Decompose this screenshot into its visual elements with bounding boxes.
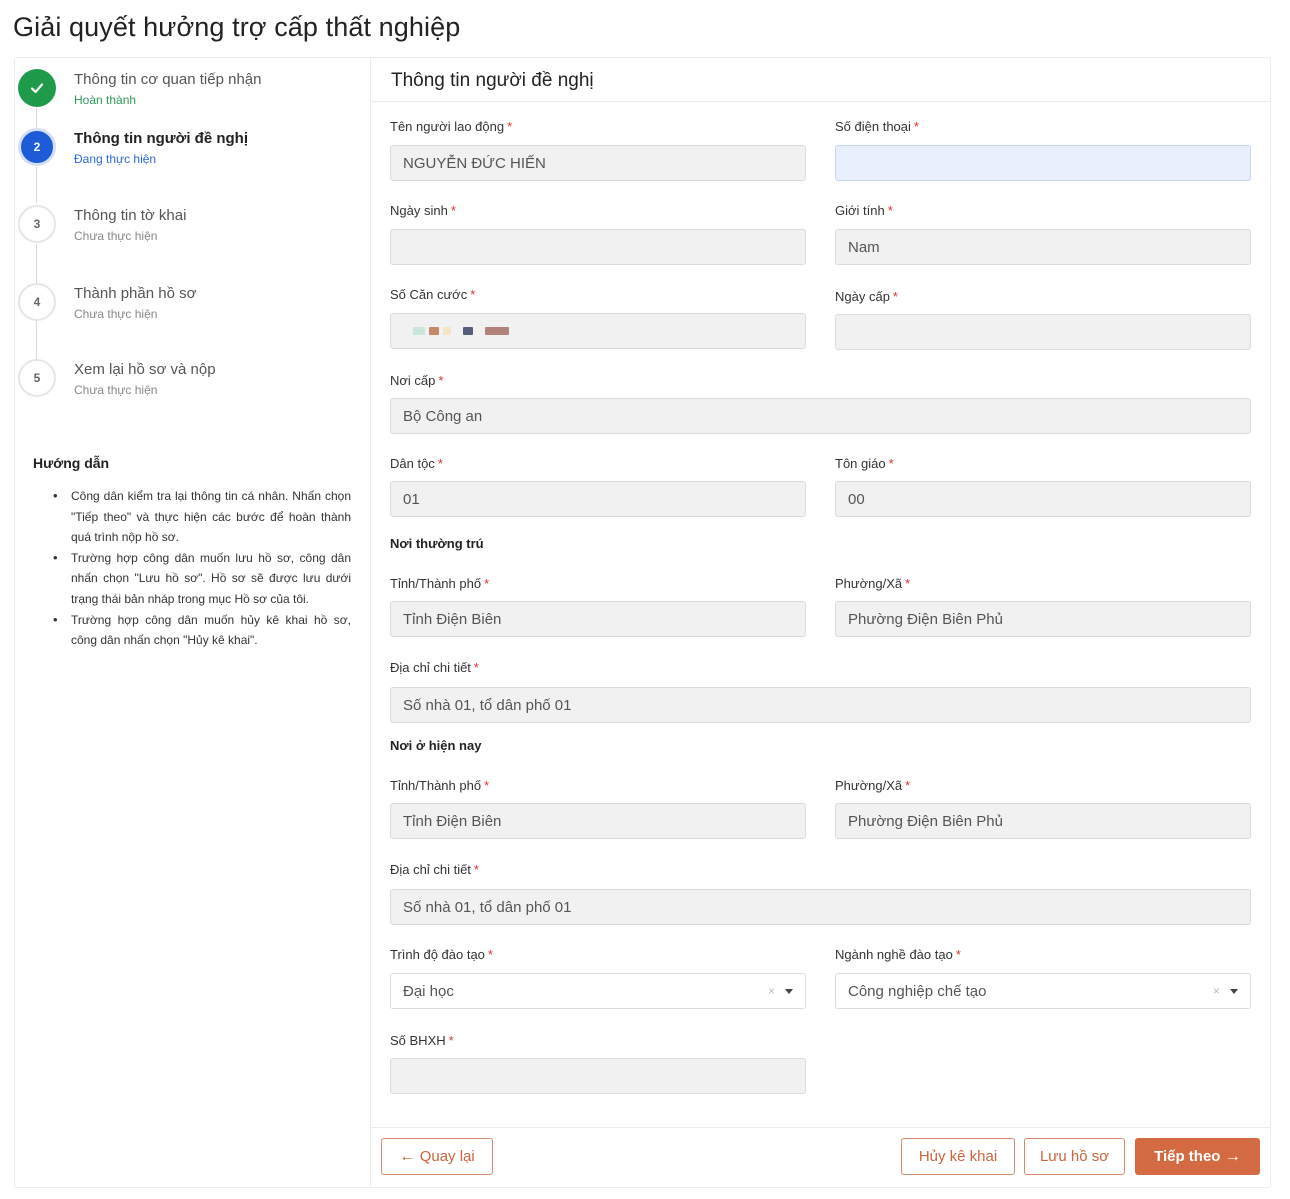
nganh-nghe-select[interactable]: Công nghiệp chế tạo × [835, 973, 1251, 1009]
step-3[interactable]: 3 Thông tin tờ khai Chưa thực hiện [16, 205, 346, 255]
so-dien-thoai-field[interactable] [835, 145, 1251, 181]
step-status: Chưa thực hiện [74, 383, 158, 397]
page-title: Giải quyết hưởng trợ cấp thất nghiệp [13, 12, 461, 42]
label-dia-chi-hien-nay: Địa chỉ chi tiết * [390, 862, 479, 877]
label-nganh-nghe: Ngành nghề đào tạo * [835, 947, 961, 962]
redaction-mark [413, 327, 425, 335]
tinh-hien-nay-field[interactable]: Tỉnh Điện Biên [390, 803, 806, 839]
check-icon [18, 69, 56, 107]
form-footer: ← Quay lại Hủy kê khai Lưu hồ sơ Tiếp th… [370, 1127, 1270, 1186]
label-tinh-hien-nay: Tỉnh/Thành phố * [390, 778, 490, 793]
noi-cap-field[interactable]: Bộ Công an [390, 398, 1251, 434]
section-noi-o-hien-nay: Nơi ở hiện nay [390, 738, 482, 753]
step-4[interactable]: 4 Thành phần hồ sơ Chưa thực hiện [16, 283, 346, 333]
guide-item: Trường hợp công dân muốn lưu hồ sơ, công… [53, 548, 351, 610]
step-number: 2 [18, 128, 56, 166]
chevron-down-icon[interactable] [1230, 988, 1238, 994]
label-noi-cap: Nơi cấp * [390, 373, 444, 388]
redaction-mark [429, 327, 439, 335]
redaction-mark [463, 327, 473, 335]
step-title: Thông tin tờ khai [74, 207, 187, 224]
label-ngay-cap: Ngày cấp * [835, 289, 898, 304]
redaction-mark [485, 327, 509, 335]
save-button[interactable]: Lưu hồ sơ [1024, 1138, 1125, 1175]
label-gioi-tinh: Giới tính * [835, 203, 893, 218]
step-status: Chưa thực hiện [74, 229, 158, 243]
label-dia-chi-thuong-tru: Địa chỉ chi tiết * [390, 660, 479, 675]
guide-item: Công dân kiểm tra lại thông tin cá nhân.… [53, 486, 351, 548]
form-title: Thông tin người đề nghị [391, 70, 594, 91]
chevron-down-icon[interactable] [785, 988, 793, 994]
step-status: Hoàn thành [74, 93, 137, 107]
ngay-cap-field[interactable] [835, 314, 1251, 350]
dia-chi-thuong-tru-field[interactable]: Số nhà 01, tổ dân phố 01 [390, 687, 1251, 723]
ton-giao-field[interactable]: 00 [835, 481, 1251, 517]
trinh-do-select[interactable]: Đại học × [390, 973, 806, 1009]
clear-icon[interactable]: × [768, 984, 775, 998]
step-title: Thông tin người đề nghị [74, 130, 248, 147]
label-xa-thuong-tru: Phường/Xã * [835, 576, 911, 591]
step-title: Xem lại hồ sơ và nộp [74, 361, 216, 378]
so-can-cuoc-field[interactable] [390, 313, 806, 349]
redaction-mark [443, 327, 451, 335]
label-dan-toc: Dân tộc * [390, 456, 443, 471]
cancel-declaration-button[interactable]: Hủy kê khai [901, 1138, 1015, 1175]
dia-chi-hien-nay-field[interactable]: Số nhà 01, tổ dân phố 01 [390, 889, 1251, 925]
step-title: Thông tin cơ quan tiếp nhận [74, 71, 262, 88]
step-1[interactable]: Thông tin cơ quan tiếp nhận Hoàn thành [16, 69, 346, 119]
step-2[interactable]: 2 Thông tin người đề nghị Đang thực hiện [16, 128, 346, 178]
clear-icon[interactable]: × [1213, 984, 1220, 998]
step-5[interactable]: 5 Xem lại hồ sơ và nộp Chưa thực hiện [16, 359, 346, 409]
label-so-bhxh: Số BHXH * [390, 1033, 454, 1048]
label-so-can-cuoc: Số Căn cước * [390, 287, 476, 302]
step-number: 5 [18, 359, 56, 397]
label-trinh-do: Trình độ đào tạo * [390, 947, 493, 962]
tinh-thuong-tru-field[interactable]: Tỉnh Điện Biên [390, 601, 806, 637]
arrow-left-icon: ← [399, 1147, 420, 1165]
ho-ten-field[interactable]: NGUYỄN ĐỨC HIẾN [390, 145, 806, 181]
step-title: Thành phần hồ sơ [74, 285, 197, 302]
form-header: Thông tin người đề nghị [371, 58, 1271, 102]
step-status: Chưa thực hiện [74, 307, 158, 321]
guide-title: Hướng dẫn [33, 455, 110, 471]
label-ngay-sinh: Ngày sinh * [390, 203, 456, 218]
arrow-right-icon: → [1220, 1147, 1241, 1165]
label-so-dien-thoai: Số điện thoại * [835, 119, 919, 134]
step-number: 4 [18, 283, 56, 321]
step-number: 3 [18, 205, 56, 243]
gioi-tinh-field[interactable]: Nam [835, 229, 1251, 265]
section-noi-thuong-tru: Nơi thường trú [390, 536, 484, 551]
so-bhxh-field[interactable] [390, 1058, 806, 1094]
guide-list: Công dân kiểm tra lại thông tin cá nhân.… [53, 486, 351, 651]
label-ho-ten: Tên người lao động * [390, 119, 513, 134]
xa-thuong-tru-field[interactable]: Phường Điện Biên Phủ [835, 601, 1251, 637]
label-ton-giao: Tôn giáo * [835, 456, 894, 471]
next-button[interactable]: Tiếp theo → [1135, 1138, 1260, 1175]
dan-toc-field[interactable]: 01 [390, 481, 806, 517]
back-button[interactable]: ← Quay lại [381, 1138, 493, 1175]
xa-hien-nay-field[interactable]: Phường Điện Biên Phủ [835, 803, 1251, 839]
guide-item: Trường hợp công dân muốn hủy kê khai hồ … [53, 610, 351, 651]
label-tinh-thuong-tru: Tỉnh/Thành phố * [390, 576, 490, 591]
label-xa-hien-nay: Phường/Xã * [835, 778, 911, 793]
ngay-sinh-field[interactable] [390, 229, 806, 265]
step-status: Đang thực hiện [74, 152, 157, 166]
